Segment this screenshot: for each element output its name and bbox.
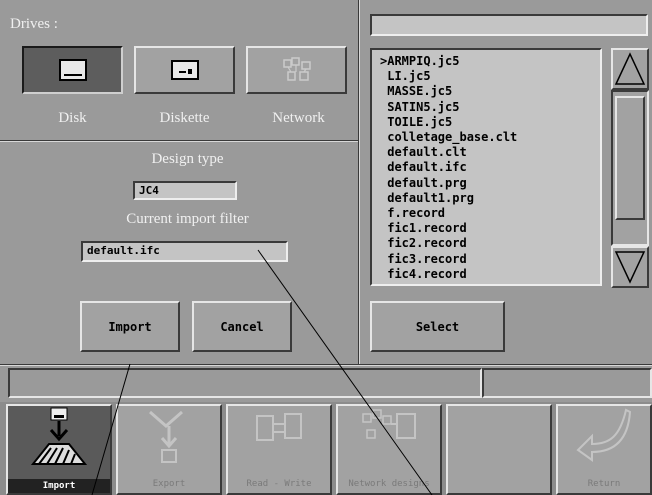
annotation-lines [91, 249, 433, 495]
